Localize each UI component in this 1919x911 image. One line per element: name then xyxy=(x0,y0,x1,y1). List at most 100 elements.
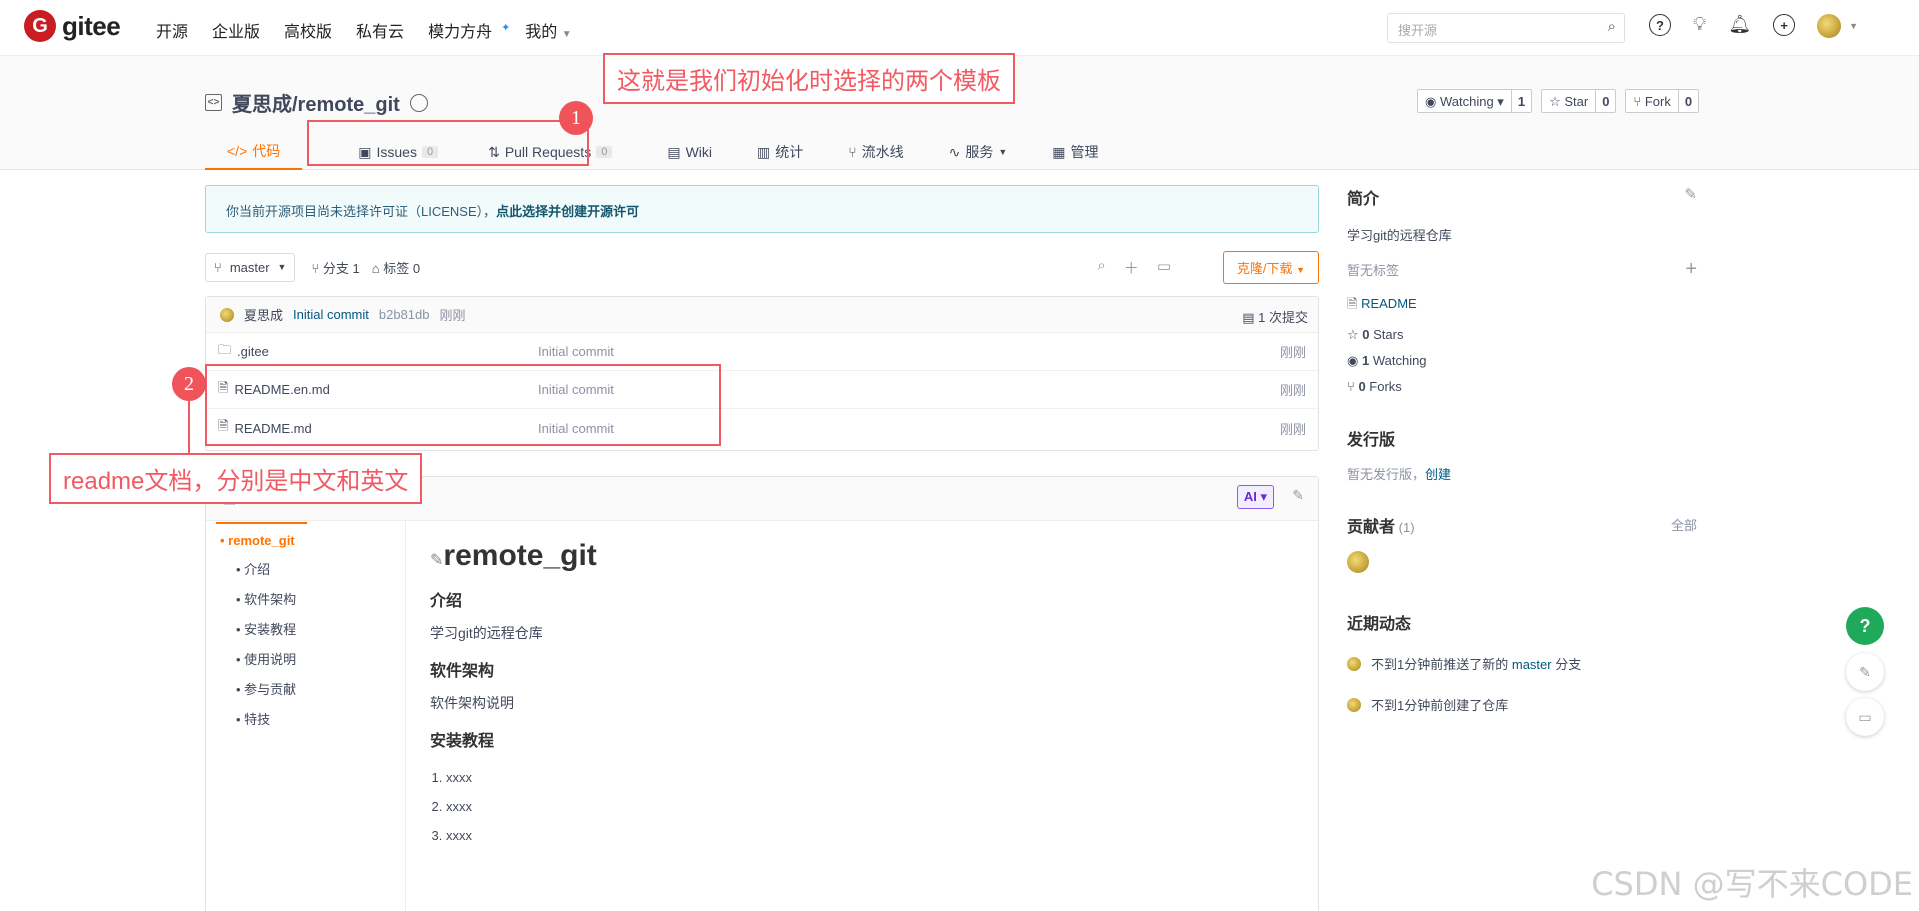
toc-item[interactable]: • 介绍 xyxy=(220,559,391,578)
bell-icon[interactable]: 🔔︎ xyxy=(1728,14,1751,38)
nav-private-cloud[interactable]: 私有云 xyxy=(356,18,404,42)
commit-message[interactable]: Initial commit xyxy=(293,307,369,322)
add-tag-icon[interactable]: + xyxy=(1685,258,1697,281)
annotation-text-2: readme文档，分别是中文和英文 xyxy=(49,453,423,504)
annotation-box-tabs xyxy=(307,120,589,166)
user-menu[interactable]: ▼ xyxy=(1817,14,1858,38)
license-notice: 你当前开源项目尚未选择许可证（LICENSE），点此选择并创建开源许可 xyxy=(205,185,1319,233)
annotation-text-1: 这就是我们初始化时选择的两个模板 xyxy=(603,53,1015,104)
branch-name: master xyxy=(229,259,270,275)
toc-item[interactable]: • 特技 xyxy=(220,709,391,728)
branches-link[interactable]: ⑂ 分支 1 xyxy=(311,258,359,277)
lightbulb-icon[interactable]: 💡︎ xyxy=(1693,14,1706,38)
file-commit[interactable]: Initial commit xyxy=(538,344,614,359)
tab-stats[interactable]: ▥ 统计 xyxy=(757,134,803,170)
activity-branch-link[interactable]: master xyxy=(1512,657,1552,672)
commit-time: 刚刚 xyxy=(439,308,466,323)
stars-stat[interactable]: ☆ 0 Stars xyxy=(1347,327,1697,343)
toc-item-label: 使用说明 xyxy=(244,652,297,667)
tab-wiki[interactable]: ▤ Wiki xyxy=(667,134,712,170)
plus-icon[interactable]: ＋ xyxy=(1124,257,1139,278)
avatar xyxy=(220,307,234,322)
readme-toc: • remote_git • 介绍 • 软件架构 • 安装教程 • 使用说明 •… xyxy=(206,521,406,911)
branch-select[interactable]: ⑂ master ▼ xyxy=(205,252,296,282)
nav-moli-label: 模力方舟 xyxy=(428,24,493,41)
tags-link[interactable]: ⌂ 标签 0 xyxy=(372,258,420,277)
readme-link-label: README xyxy=(1361,296,1417,311)
nav-moli[interactable]: 模力方舟 ✦ xyxy=(428,18,510,42)
latest-commit-row: 夏思成 Initial commit b2b81db 刚刚 ▤ 1 次提交 xyxy=(206,297,1318,333)
feedback-edit-icon[interactable]: ✎ xyxy=(1846,653,1884,691)
search-icon[interactable]: ⌕ xyxy=(1097,257,1105,278)
tab-manage[interactable]: ▦ 管理 xyxy=(1052,134,1098,170)
help-icon[interactable]: ? xyxy=(1649,14,1671,36)
gitee-logo-icon: G xyxy=(24,10,56,42)
contributor-avatar[interactable] xyxy=(1347,551,1697,576)
commit-author[interactable]: 夏思成 xyxy=(244,305,283,324)
nav-enterprise[interactable]: 企业版 xyxy=(212,18,260,42)
list-item: xxxx xyxy=(446,821,597,850)
tab-code[interactable]: </> 代码 xyxy=(205,134,303,170)
contributors-count: (1) xyxy=(1398,520,1415,535)
file-name[interactable]: .gitee xyxy=(237,344,269,359)
repo-code-icon: <> xyxy=(205,94,222,111)
tab-code-label: 代码 xyxy=(252,143,281,159)
create-release-link[interactable]: 创建 xyxy=(1425,467,1451,482)
toc-item[interactable]: • 安装教程 xyxy=(220,619,391,638)
activity-text: 不到1分钟前创建了仓库 xyxy=(1371,698,1509,713)
repo-title-text[interactable]: 夏思成/remote_git xyxy=(232,88,400,117)
forks-stat[interactable]: ⑂ 0 Forks xyxy=(1347,379,1697,394)
license-link[interactable]: 点此选择并创建开源许可 xyxy=(496,204,639,219)
clone-download-button[interactable]: 克隆/下载 ▼ xyxy=(1222,251,1319,284)
no-tags: 暂无标签 xyxy=(1347,263,1400,278)
star-button[interactable]: ☆ Star 0 xyxy=(1541,89,1617,113)
activity-title: 近期动态 xyxy=(1347,616,1412,633)
toc-item[interactable]: • 使用说明 xyxy=(220,649,391,668)
edit-icon[interactable]: ✎ xyxy=(1684,185,1697,203)
readme-heading: 软件架构 xyxy=(430,663,495,680)
search-input[interactable]: 搜开源 ⌕ xyxy=(1387,13,1625,43)
watch-button[interactable]: ◉ Watching ▾ 1 xyxy=(1417,89,1533,113)
annotation-box-readme-files xyxy=(205,364,721,446)
monitor-icon[interactable]: ▭ xyxy=(1157,257,1171,278)
readme-link[interactable]: 🗎︎ README xyxy=(1347,295,1697,317)
search-icon[interactable]: ⌕ xyxy=(1608,18,1616,35)
nav-university[interactable]: 高校版 xyxy=(284,18,332,42)
services-icon: ∿ xyxy=(948,143,961,160)
release-title: 发行版 xyxy=(1347,432,1396,449)
top-icons: ? 💡︎ 🔔︎ + ▼ xyxy=(1649,14,1858,38)
branch-icon: ⑂ xyxy=(214,259,222,275)
chevron-down-icon: ▼ xyxy=(1849,21,1859,31)
contributors-all-link[interactable]: 全部 xyxy=(1671,515,1697,534)
tab-pipeline[interactable]: ⑂ 流水线 xyxy=(848,134,903,170)
wiki-icon: ▤ xyxy=(667,143,681,160)
nav-mine[interactable]: 我的 ▼ xyxy=(525,18,571,42)
edit-icon[interactable]: ✎ xyxy=(1292,487,1304,504)
file-time: 刚刚 xyxy=(1279,421,1306,437)
tab-services[interactable]: ∿ 服务 ▼ xyxy=(949,134,1008,170)
commit-hash[interactable]: b2b81db xyxy=(379,307,430,322)
readme-content: ✎remote_git 介绍 学习git的远程仓库 软件架构 软件架构说明 安装… xyxy=(430,521,597,850)
toc-item[interactable]: • 参与贡献 xyxy=(220,679,391,698)
branch-bar: ⑂ master ▼ ⑂ 分支 1 ⌂ 标签 0 ⌕ ＋ ▭ 克隆/下载 ▼ xyxy=(205,251,1319,284)
eye-icon: ◉ xyxy=(1347,353,1359,368)
activity-item: 不到1分钟前推送了新的 master 分支 xyxy=(1347,654,1697,673)
gitee-logo[interactable]: G gitee xyxy=(24,10,121,42)
list-item: xxxx xyxy=(446,792,597,821)
help-fab[interactable]: ? xyxy=(1846,607,1884,645)
nav-open-source[interactable]: 开源 xyxy=(156,18,188,42)
toc-item[interactable]: • remote_git xyxy=(220,533,391,548)
toc-item-label: 软件架构 xyxy=(244,592,297,607)
badge-icon[interactable] xyxy=(409,93,428,112)
readme-paragraph: 学习git的远程仓库 xyxy=(430,625,543,641)
stars-num: 0 xyxy=(1362,327,1370,342)
watching-stat[interactable]: ◉ 1 Watching xyxy=(1347,353,1697,369)
ai-button[interactable]: AI ▾ xyxy=(1236,485,1274,509)
commit-count[interactable]: ▤ 1 次提交 xyxy=(1242,307,1308,326)
fork-button[interactable]: ⑂ Fork 0 xyxy=(1625,89,1700,113)
chat-icon[interactable]: ▭ xyxy=(1846,698,1884,736)
activity-item: 不到1分钟前创建了仓库 xyxy=(1347,695,1697,714)
toc-item[interactable]: • 软件架构 xyxy=(220,589,391,608)
clone-label: 克隆/下载 xyxy=(1236,261,1293,276)
plus-icon[interactable]: + xyxy=(1773,14,1796,36)
